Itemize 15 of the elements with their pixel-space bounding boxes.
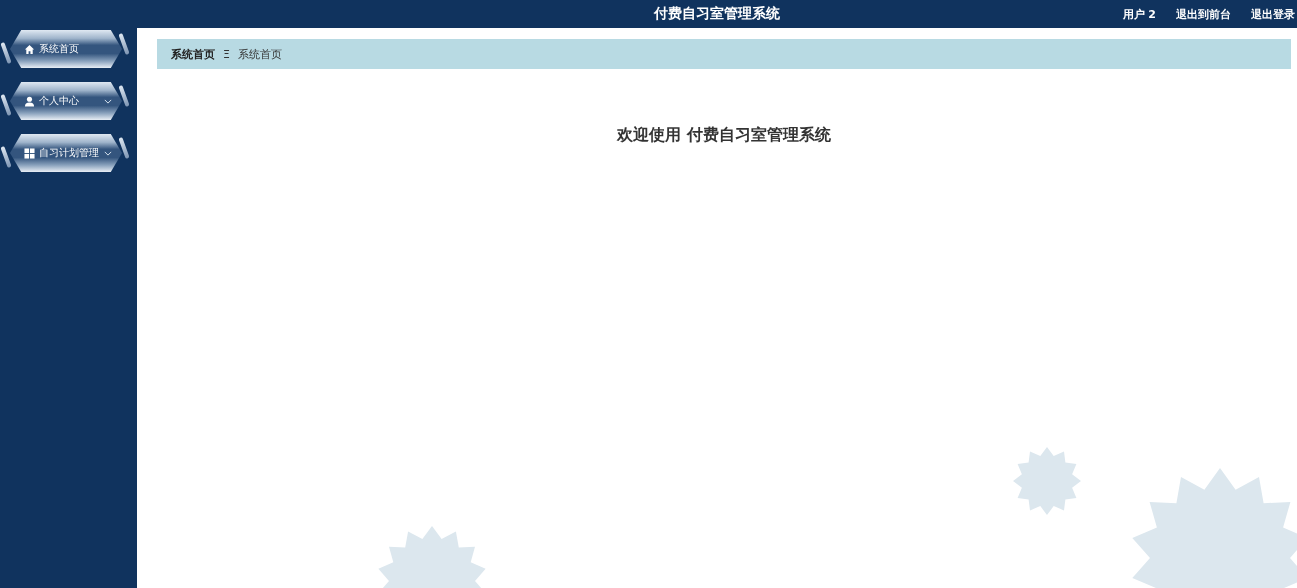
header-link[interactable]: 退出到前台 (1176, 6, 1231, 22)
grid-icon (24, 147, 35, 159)
menu-item[interactable]: 自习计划管理 (10, 134, 122, 172)
menu-item[interactable]: 个人中心 (10, 82, 122, 120)
app-title: 付费自习室管理系统 (654, 5, 780, 23)
menu-item[interactable]: 系统首页 (10, 30, 122, 68)
breadcrumb-separator: Ξ (223, 47, 230, 61)
breadcrumb-item[interactable]: 系统首页 (171, 46, 215, 62)
user-icon (24, 95, 35, 107)
welcome-heading: 欢迎使用 付费自习室管理系统 (616, 125, 832, 146)
star-decoration (1013, 447, 1081, 515)
breadcrumb-item: 系统首页 (237, 46, 282, 62)
home-icon (24, 43, 35, 55)
header-link[interactable]: 用户 2 (1122, 6, 1156, 22)
header-link[interactable]: 退出登录 (1251, 6, 1295, 22)
